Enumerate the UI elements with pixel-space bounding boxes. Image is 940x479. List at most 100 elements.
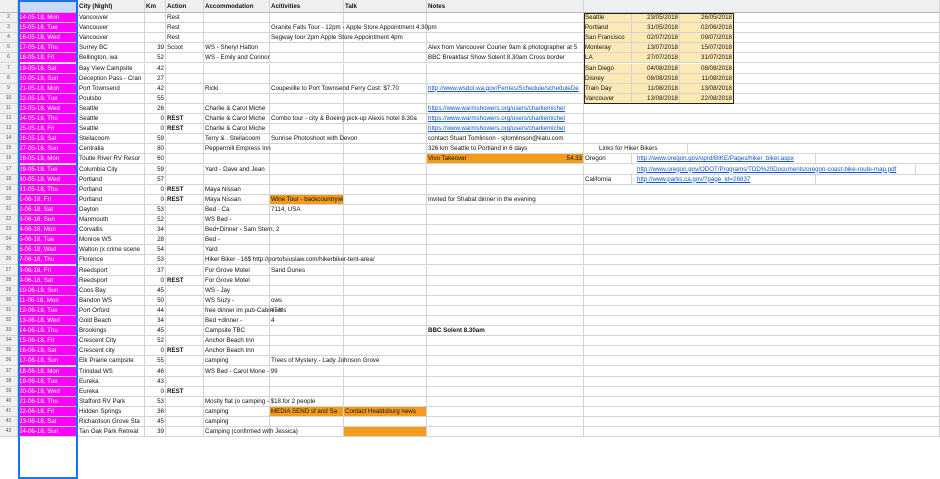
talk-cell[interactable] bbox=[344, 235, 427, 246]
activities-cell[interactable]: 7114, USA bbox=[270, 204, 344, 215]
empty-cell[interactable] bbox=[584, 406, 940, 417]
notes-cell[interactable] bbox=[427, 215, 584, 226]
activities-cell[interactable] bbox=[270, 336, 344, 347]
city-cell[interactable]: Eureka bbox=[78, 386, 145, 397]
stop-end-cell[interactable]: 31/07/2018 bbox=[680, 53, 734, 64]
accommodation-cell[interactable]: Charlie & Carol Miche bbox=[204, 124, 270, 135]
empty-cell[interactable] bbox=[584, 427, 940, 438]
empty-cell[interactable] bbox=[584, 376, 940, 387]
talk-cell[interactable] bbox=[344, 124, 427, 135]
activities-cell[interactable]: Trees of Mystery - Lady Johnson Grove bbox=[270, 356, 379, 367]
column-header-row_num[interactable] bbox=[0, 0, 18, 13]
action-cell[interactable] bbox=[166, 154, 204, 165]
row-number[interactable]: 14 bbox=[0, 134, 18, 145]
stop-end-cell[interactable]: 08/08/2018 bbox=[680, 63, 734, 74]
column-header-action[interactable]: Action bbox=[166, 0, 204, 13]
row-number[interactable]: 30 bbox=[0, 295, 18, 306]
empty-cell[interactable] bbox=[584, 204, 940, 215]
row-number[interactable]: 15 bbox=[0, 144, 18, 155]
activities-cell[interactable] bbox=[270, 13, 344, 24]
activities-cell[interactable]: Coupeville to Port Townsend Ferry Cost: … bbox=[270, 83, 399, 94]
km-cell[interactable]: 54 bbox=[145, 245, 166, 256]
city-cell[interactable]: Toutle River RV Resor bbox=[78, 154, 145, 165]
activities-cell[interactable] bbox=[270, 346, 344, 357]
empty-cell[interactable] bbox=[584, 295, 940, 306]
talk-cell[interactable] bbox=[344, 265, 427, 276]
accommodation-cell[interactable]: Terry & . Steilacoom bbox=[204, 134, 270, 145]
action-cell[interactable] bbox=[166, 305, 204, 316]
empty-cell[interactable] bbox=[584, 326, 940, 337]
notes-cell[interactable] bbox=[427, 73, 584, 84]
accommodation-cell[interactable]: WS - Jay bbox=[204, 285, 270, 296]
activities-cell[interactable]: MEDIA SEND sf and Sa bbox=[270, 406, 344, 417]
row-number[interactable]: 35 bbox=[0, 346, 18, 357]
action-cell[interactable] bbox=[166, 225, 204, 236]
distance-cell[interactable]: 54.33 bbox=[548, 154, 584, 165]
links-header[interactable]: Links for Hiker Bikers bbox=[598, 144, 688, 155]
action-cell[interactable] bbox=[166, 53, 204, 64]
notes-cell[interactable] bbox=[427, 245, 584, 256]
activities-cell[interactable] bbox=[270, 53, 344, 64]
km-cell[interactable]: 57 bbox=[145, 174, 166, 185]
accommodation-cell[interactable]: Maya Nissan bbox=[204, 194, 270, 205]
km-cell[interactable]: 50 bbox=[145, 295, 166, 306]
stop-start-cell[interactable]: 02/07/2018 bbox=[632, 33, 680, 44]
row-number[interactable]: 25 bbox=[0, 245, 18, 256]
talk-cell[interactable] bbox=[344, 326, 427, 337]
accommodation-cell[interactable] bbox=[204, 386, 270, 397]
notes-cell[interactable]: http://www.wsdot.wa.gov/Ferries/Schedule… bbox=[427, 83, 584, 94]
empty-cell[interactable] bbox=[584, 114, 940, 125]
notes-cell[interactable]: https://www.warmshowers.org/users/charli… bbox=[427, 124, 584, 135]
talk-cell[interactable] bbox=[344, 93, 427, 104]
empty-cell[interactable] bbox=[584, 134, 940, 145]
notes-cell[interactable] bbox=[427, 225, 584, 236]
row-number[interactable]: 26 bbox=[0, 255, 18, 266]
talk-cell[interactable] bbox=[344, 194, 427, 205]
talk-cell[interactable] bbox=[344, 215, 427, 226]
city-cell[interactable]: Surrey BC bbox=[78, 43, 145, 54]
row-number[interactable]: 8 bbox=[0, 73, 18, 84]
accommodation-cell[interactable]: WS Suzy - bbox=[204, 295, 270, 306]
city-cell[interactable]: Reedsport bbox=[78, 275, 145, 286]
row-number[interactable]: 40 bbox=[0, 396, 18, 407]
notes-cell[interactable]: 326 km Seattle to Portland in 6 days bbox=[427, 144, 584, 155]
activities-cell[interactable] bbox=[270, 73, 344, 84]
accommodation-cell[interactable]: Charlie & Carol Miche bbox=[204, 103, 270, 114]
stop-start-cell[interactable]: 13/07/2018 bbox=[632, 43, 680, 54]
activities-cell[interactable]: Wine Tour - backcountrywine@gmail.com bbox=[270, 194, 344, 205]
empty-cell[interactable] bbox=[584, 184, 940, 195]
activities-cell[interactable] bbox=[270, 326, 344, 337]
accommodation-cell[interactable]: Anchor Beach Inn bbox=[204, 346, 270, 357]
notes-cell[interactable] bbox=[427, 235, 584, 246]
city-cell[interactable]: Corvallis bbox=[78, 225, 145, 236]
stop-start-cell[interactable]: 08/08/2018 bbox=[632, 73, 680, 84]
talk-cell[interactable] bbox=[344, 43, 427, 54]
row-number[interactable]: 13 bbox=[0, 124, 18, 135]
notes-cell[interactable] bbox=[427, 316, 584, 327]
accommodation-cell[interactable]: Bed - bbox=[204, 235, 270, 246]
talk-cell[interactable] bbox=[344, 295, 427, 306]
action-cell[interactable] bbox=[166, 245, 204, 256]
notes-cell[interactable] bbox=[427, 184, 584, 195]
action-cell[interactable] bbox=[166, 83, 204, 94]
notes-cell[interactable] bbox=[427, 285, 584, 296]
action-cell[interactable]: Rest bbox=[166, 33, 204, 44]
city-cell[interactable]: Florence bbox=[78, 255, 145, 266]
stop-end-cell[interactable]: 22/08/2018 bbox=[680, 93, 734, 104]
km-cell[interactable]: 42 bbox=[145, 63, 166, 74]
accommodation-cell[interactable]: Campsite TBC bbox=[204, 326, 270, 337]
accommodation-cell[interactable]: Ricki bbox=[204, 83, 270, 94]
city-cell[interactable]: Manmouth bbox=[78, 215, 145, 226]
city-cell[interactable]: Portland bbox=[78, 174, 145, 185]
stop-start-cell[interactable]: 31/05/2018 bbox=[632, 23, 680, 34]
row-number[interactable]: 18 bbox=[0, 174, 18, 185]
empty-cell[interactable] bbox=[584, 336, 940, 347]
city-cell[interactable]: Brookings bbox=[78, 326, 145, 337]
row-number[interactable]: 10 bbox=[0, 93, 18, 104]
accommodation-cell[interactable] bbox=[204, 154, 270, 165]
action-cell[interactable]: REST bbox=[166, 346, 204, 357]
activities-cell[interactable]: Granite Falls Tour - 12pm - Apple Store … bbox=[270, 23, 437, 34]
talk-cell[interactable] bbox=[344, 13, 427, 24]
row-number[interactable]: 39 bbox=[0, 386, 18, 397]
activities-cell[interactable] bbox=[270, 164, 344, 175]
